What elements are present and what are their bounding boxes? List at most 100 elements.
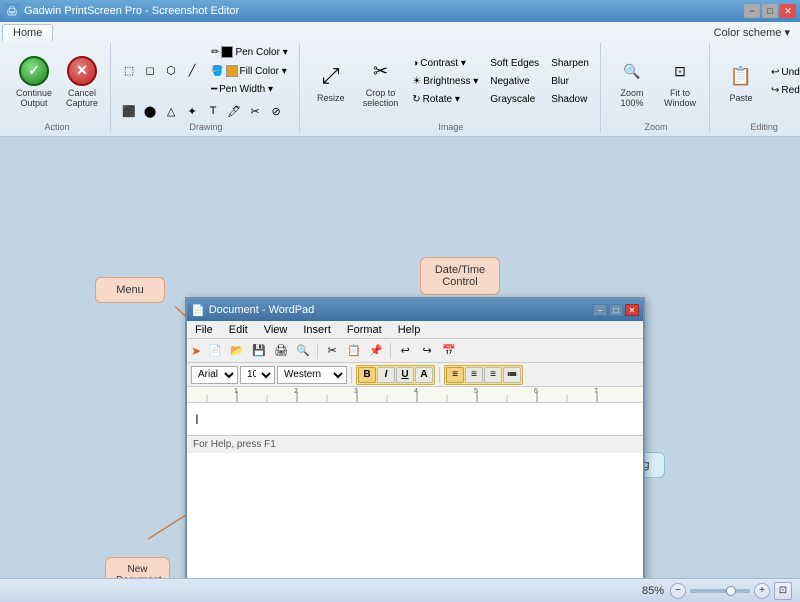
redo-button[interactable]: ↪ Redo [766, 82, 800, 99]
wordpad-maximize[interactable]: □ [609, 304, 623, 316]
fill-color-button[interactable]: 🪣 Fill Color ▾ [206, 62, 293, 80]
shadow-button[interactable]: Shadow [546, 91, 594, 108]
drawing-group-label: Drawing [189, 120, 222, 132]
tool-cut[interactable]: ✂ [322, 342, 342, 360]
draw-tool-12[interactable]: ⊘ [266, 102, 286, 120]
blur-button[interactable]: Blur [546, 73, 594, 90]
draw-tool-10[interactable]: 🖊 [224, 102, 244, 120]
tool-insert-date[interactable]: 📅 [439, 342, 459, 360]
ribbon-group-action: ✓ Continue Output ✕ CancelCapture Action [4, 43, 111, 132]
zoom-slider[interactable] [690, 589, 750, 593]
italic-button[interactable]: I [377, 367, 395, 383]
ribbon: Home Color scheme ▾ ✓ Continue Output ✕ … [0, 22, 800, 137]
svg-text:4: 4 [414, 388, 418, 395]
action-buttons: ✓ Continue Output ✕ CancelCapture [10, 43, 104, 120]
encoding-select[interactable]: Western [277, 366, 347, 384]
menu-help[interactable]: Help [394, 323, 425, 337]
menu-file[interactable]: File [191, 323, 217, 337]
zoom-slider-thumb [726, 586, 736, 596]
menu-edit[interactable]: Edit [225, 323, 252, 337]
tool-copy[interactable]: 📋 [344, 342, 364, 360]
brightness-button[interactable]: ☀ Brightness ▾ [407, 73, 483, 90]
color-scheme-menu[interactable]: Color scheme ▾ [706, 24, 798, 41]
fit-screen-button[interactable]: ⊡ [774, 582, 792, 600]
fmt-sep-1 [351, 367, 352, 383]
status-bar: 85% − + ⊡ [0, 578, 800, 602]
contrast-button[interactable]: ◑ Contrast ▾ [407, 55, 483, 72]
maximize-button[interactable]: □ [762, 4, 778, 18]
tool-undo[interactable]: ↩ [395, 342, 415, 360]
tool-preview[interactable]: 🔍 [293, 342, 313, 360]
menu-insert[interactable]: Insert [299, 323, 335, 337]
negative-button[interactable]: Negative [485, 73, 544, 90]
draw-tool-1[interactable]: ⬚ [119, 62, 139, 80]
wordpad-statusbar: For Help, press F1 [187, 435, 643, 453]
pen-color-swatch [221, 46, 233, 58]
ribbon-tabs: Home Color scheme ▾ [0, 22, 800, 41]
pen-width-icon: ━ [211, 84, 217, 95]
rotate-button[interactable]: ↻ Rotate ▾ [407, 91, 483, 108]
size-select[interactable]: 10 [240, 366, 275, 384]
menu-format[interactable]: Format [343, 323, 386, 337]
paste-icon: 📋 [725, 60, 757, 92]
tool-print[interactable]: 🖨 [271, 342, 291, 360]
zoom100-icon: 🔍 [616, 55, 648, 87]
tool-redo-arrow[interactable]: ↪ [417, 342, 437, 360]
align-left[interactable]: ≡ [446, 367, 464, 383]
wordpad-content[interactable]: I [187, 403, 643, 435]
tool-open[interactable]: 📂 [227, 342, 247, 360]
cancel-icon: ✕ [67, 56, 97, 86]
draw-tool-3[interactable]: ⬡ [161, 62, 181, 80]
grayscale-button[interactable]: Grayscale [485, 91, 544, 108]
zoom-out-button[interactable]: − [670, 583, 686, 599]
cancel-capture-button[interactable]: ✕ CancelCapture [60, 53, 104, 111]
contrast-icon: ◑ [412, 58, 418, 69]
image-group-label: Image [438, 120, 463, 132]
underline-button[interactable]: U [396, 367, 414, 383]
ribbon-group-zoom: 🔍 Zoom100% ⊡ Fit toWindow Zoom [603, 43, 710, 132]
toolbar-sep-2 [390, 343, 391, 359]
pen-color-button[interactable]: ✏ Pen Color ▾ [206, 43, 293, 61]
align-right[interactable]: ≡ [484, 367, 502, 383]
color-button[interactable]: A [415, 367, 433, 383]
draw-tool-9[interactable]: T [203, 102, 223, 120]
wordpad-minimize[interactable]: − [593, 304, 607, 316]
bullet-list[interactable]: ≔ [503, 367, 521, 383]
wordpad-close[interactable]: ✕ [625, 304, 639, 316]
continue-output-button[interactable]: ✓ Continue Output [10, 53, 58, 111]
wordpad-icon: 📄 [191, 304, 205, 317]
fit-window-button[interactable]: ⊡ Fit toWindow [657, 50, 703, 113]
draw-tool-11[interactable]: ✂ [245, 102, 265, 120]
menu-view[interactable]: View [260, 323, 292, 337]
undo-button[interactable]: ↩ Undo [766, 64, 800, 81]
fmt-sep-2 [439, 367, 440, 383]
draw-tool-8[interactable]: ✦ [182, 102, 202, 120]
tool-new[interactable]: 📄 [205, 342, 225, 360]
zoom100-button[interactable]: 🔍 Zoom100% [609, 50, 655, 113]
paste-button[interactable]: 📋 Paste [718, 55, 764, 108]
pen-width-button[interactable]: ━ Pen Width ▾ [206, 81, 293, 98]
tool-paste[interactable]: 📌 [366, 342, 386, 360]
continue-icon: ✓ [19, 56, 49, 86]
zoom-in-button[interactable]: + [754, 583, 770, 599]
minimize-button[interactable]: − [744, 4, 760, 18]
resize-button[interactable]: ⤢ Resize [308, 55, 354, 108]
draw-tool-5[interactable]: ⬛ [119, 102, 139, 120]
draw-tool-6[interactable]: ⬤ [140, 102, 160, 120]
draw-tool-7[interactable]: △ [161, 102, 181, 120]
tool-save[interactable]: 💾 [249, 342, 269, 360]
draw-tool-4[interactable]: ╱ [182, 62, 202, 80]
crop-icon: ✂ [364, 55, 396, 87]
tab-home[interactable]: Home [2, 24, 53, 41]
soft-edges-button[interactable]: Soft Edges [485, 55, 544, 72]
crop-button[interactable]: ✂ Crop toselection [356, 50, 406, 113]
resize-icon: ⤢ [315, 60, 347, 92]
close-button[interactable]: ✕ [780, 4, 796, 18]
align-center[interactable]: ≡ [465, 367, 483, 383]
zoom-percent: 85% [642, 585, 664, 597]
sharpen-button[interactable]: Sharpen [546, 55, 594, 72]
font-select[interactable]: Arial [191, 366, 238, 384]
bold-button[interactable]: B [358, 367, 376, 383]
callout-menu: Menu [95, 277, 165, 303]
draw-tool-2[interactable]: ◻ [140, 62, 160, 80]
